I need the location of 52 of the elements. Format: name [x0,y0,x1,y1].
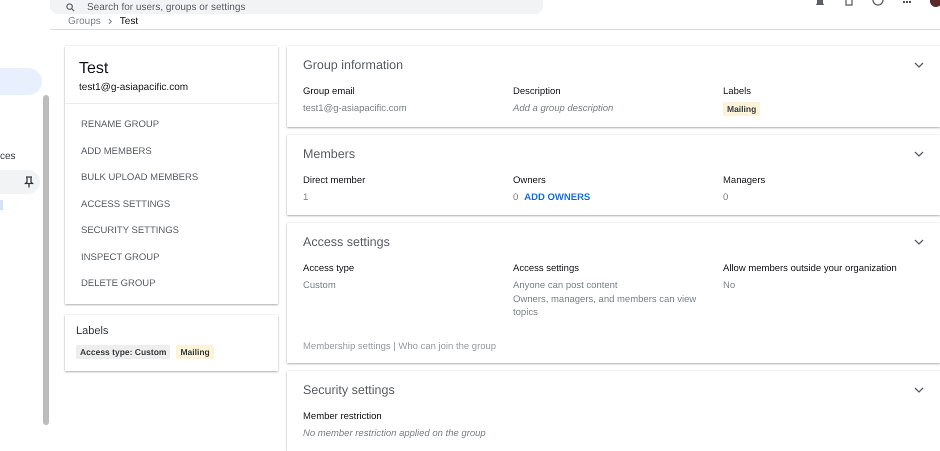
group-email: test1@g-asiapacific.com [79,82,190,93]
field-label: Labels [723,86,752,97]
field-value: Owners, managers, and members can view topics [513,293,698,319]
field-value: Anyone can post content [513,279,618,292]
section-footer-text: Membership settings | Who can join the group [303,341,498,352]
action-link[interactable]: BULK UPLOAD MEMBERS [65,165,278,192]
field-label: Owners [513,175,547,186]
field-label: Description [513,86,562,97]
action-link[interactable]: ADD MEMBERS [65,138,278,165]
field-value: 0 [513,191,518,204]
chevron-right-icon [108,18,113,25]
action-link[interactable]: SECURITY SETTINGS [65,218,278,244]
avatar[interactable] [930,0,940,7]
field-label: Access type [303,263,356,274]
add-owners-link[interactable]: ADD OWNERS [524,192,590,203]
field-value: Custom [303,279,336,292]
nav-indicator [0,200,3,210]
action-link[interactable]: DELETE GROUP [65,271,278,298]
field-label: Direct member [303,175,366,186]
field-label: Group email [303,86,356,97]
breadcrumb-link[interactable]: Groups [68,16,101,27]
apps-grid-icon[interactable] [902,0,912,6]
label-tag: Mailing [176,344,214,358]
section-title: Members [303,147,356,161]
nav-item-label[interactable]: ces [0,151,43,162]
chevron-down-icon[interactable] [914,62,924,68]
chevron-down-icon[interactable] [914,387,924,393]
action-link[interactable]: RENAME GROUP [65,112,278,138]
chevron-down-icon[interactable] [914,151,924,157]
field-value: No [723,279,736,292]
field-value: test1@g-asiapacific.com [303,102,407,115]
field-hint: No member restriction applied on the group [303,427,486,440]
field-label: Member restriction [303,411,383,422]
label-tag: Mailing [723,102,760,116]
card-title: Labels [76,324,110,336]
search-field[interactable]: Search for users, groups or settings [50,0,543,14]
group-name: Test [79,60,110,78]
scrollbar[interactable] [43,95,49,425]
chevron-down-icon[interactable] [914,239,924,245]
field-value: 0 [723,191,728,204]
field-label: Allow members outside your organization [723,263,898,274]
field-hint: Add a group description [513,102,614,115]
section-title: Security settings [303,383,395,397]
section-title: Group information [303,58,404,72]
pin-icon[interactable] [24,176,34,188]
field-label: Managers [723,175,766,186]
action-link[interactable]: ACCESS SETTINGS [65,192,278,218]
field-label: Access settings [513,263,580,274]
action-link[interactable]: INSPECT GROUP [65,244,278,271]
section-title: Access settings [303,235,390,249]
field-value: 1 [303,191,308,204]
label-tag: Access type: Custom [76,344,170,358]
